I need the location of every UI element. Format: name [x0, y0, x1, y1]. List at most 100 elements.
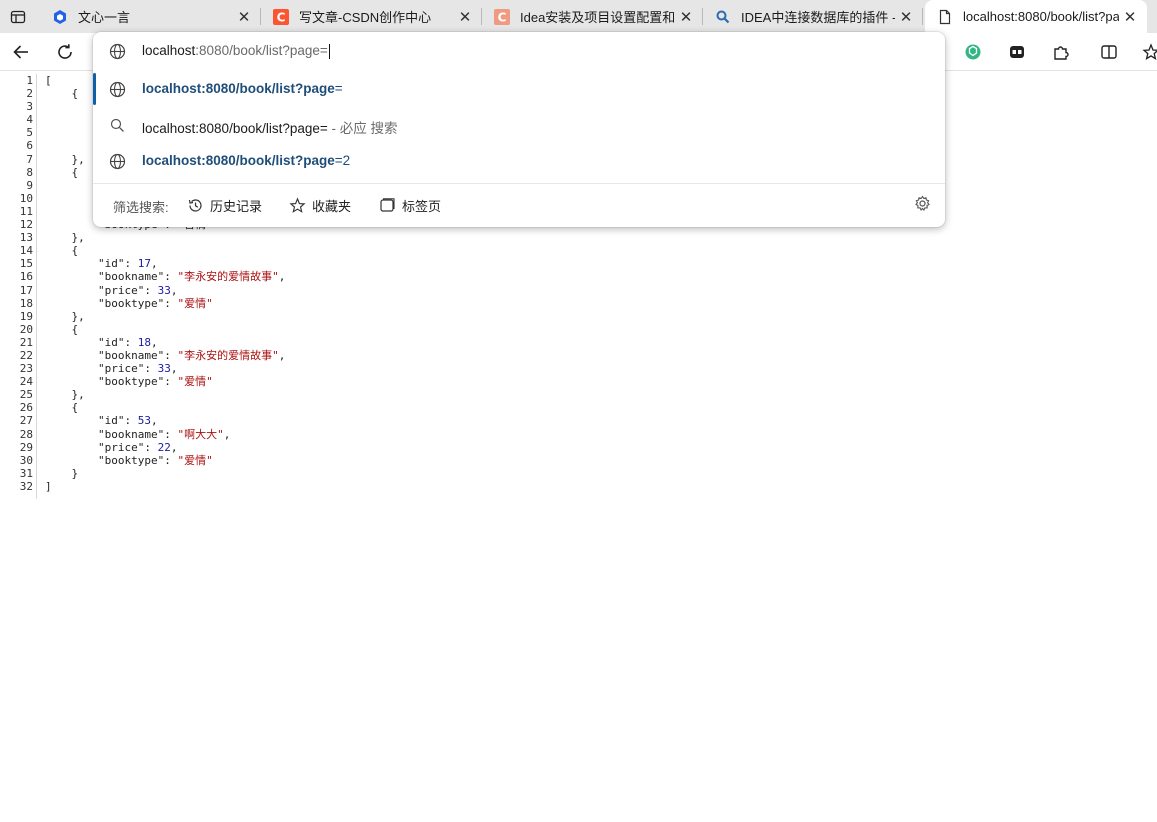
line-number: 19 — [19, 309, 33, 323]
tab-wenxin[interactable]: 文心一言 ✕ — [40, 0, 261, 33]
code-line: "price": 33, — [97, 283, 178, 297]
refresh-icon — [58, 44, 72, 59]
tab-localhost-active[interactable]: localhost:8080/book/list?page ✕ — [925, 0, 1147, 33]
line-number: 18 — [19, 296, 33, 310]
code-line: }, — [45, 231, 85, 245]
line-number: 21 — [19, 335, 33, 349]
code-line: { — [45, 244, 79, 258]
json-key: "id" — [97, 335, 125, 349]
code-line: "bookname": "李永安的爱情故事", — [97, 270, 286, 284]
star-icon — [289, 196, 306, 213]
filter-favorites-label: 收藏夹 — [312, 198, 352, 214]
filter-tabs-button[interactable]: 标签页 — [379, 194, 441, 216]
suggestion-item[interactable]: localhost:8080/book/list?page=2 — [93, 143, 945, 179]
filter-label: 筛选搜索: — [113, 200, 169, 215]
line-number: 12 — [19, 218, 33, 232]
code-line: "booktype": "爱情" — [97, 453, 213, 467]
line-number: 23 — [19, 362, 33, 376]
puzzle-icon — [1054, 46, 1069, 60]
extension-app-icon — [1010, 46, 1024, 58]
close-tab-icon[interactable]: ✕ — [675, 6, 697, 28]
json-value: "爱情" — [177, 375, 213, 389]
code-line: "booktype": "爱情" — [97, 375, 213, 389]
star-icon — [1142, 43, 1157, 60]
tab-title: 写文章-CSDN创作中心 — [299, 10, 432, 25]
tab-actions-button[interactable] — [0, 0, 36, 33]
line-number: 4 — [26, 113, 33, 127]
search-settings-button[interactable] — [914, 195, 931, 215]
tab-title: 文心一言 — [78, 10, 131, 25]
json-value: 33 — [157, 362, 171, 376]
json-value: 53 — [137, 414, 151, 428]
line-number: 14 — [19, 244, 33, 258]
back-arrow-icon — [13, 45, 28, 59]
close-tab-icon[interactable]: ✕ — [454, 6, 476, 28]
line-number: 29 — [19, 440, 33, 454]
json-key: "price" — [97, 440, 145, 454]
code-line: "price": 22, — [97, 440, 178, 454]
suggestion-item[interactable]: localhost:8080/book/list?page= - 必应 搜索 — [93, 107, 945, 143]
filter-history-button[interactable]: 历史记录 — [187, 194, 262, 216]
suggestion-item[interactable]: localhost:8080/book/list?page= — [93, 71, 945, 107]
line-number: 28 — [19, 427, 33, 441]
tab-idea-db-search[interactable]: IDEA中连接数据库的插件 - 搜 ✕ — [703, 0, 923, 33]
tab-title: IDEA中连接数据库的插件 - 搜 — [741, 10, 895, 25]
suggestion-rest: = — [334, 81, 343, 96]
refresh-button[interactable] — [50, 37, 80, 67]
json-key: "id" — [97, 414, 125, 428]
globe-icon — [109, 43, 126, 60]
code-line: "id": 17, — [97, 257, 158, 271]
code-line: "bookname": "李永安的爱情故事", — [97, 348, 286, 362]
json-key: "booktype" — [97, 375, 165, 389]
url-host: localhost — [142, 43, 196, 58]
line-number: 5 — [26, 126, 33, 140]
line-number: 2 — [26, 87, 33, 101]
code-line: "bookname": "啊大大", — [97, 427, 231, 441]
json-value: 33 — [157, 283, 171, 297]
extensions-button[interactable] — [1046, 37, 1076, 67]
json-value: "爱情" — [177, 296, 213, 310]
search-icon — [715, 9, 731, 25]
line-number: 6 — [26, 139, 33, 153]
tabs-icon — [380, 197, 395, 212]
tab-idea-install[interactable]: C Idea安装及项目设置配置和基 ✕ — [482, 0, 703, 33]
favorites-button[interactable] — [1136, 37, 1157, 67]
globe-icon — [109, 81, 126, 98]
code-line: "price": 33, — [97, 362, 178, 376]
line-number: 8 — [26, 165, 33, 179]
suggestion-suffix: - 必应 搜索 — [327, 121, 398, 136]
close-tab-icon[interactable]: ✕ — [233, 6, 255, 28]
filter-favorites-button[interactable]: 收藏夹 — [289, 194, 351, 216]
close-tab-icon[interactable]: ✕ — [1119, 6, 1141, 28]
line-number: 15 — [19, 257, 33, 271]
page-icon — [937, 9, 953, 25]
suggestion-bold: localhost:8080/book/list?page — [142, 153, 335, 168]
line-number: 10 — [19, 191, 33, 205]
line-number: 7 — [26, 152, 33, 166]
json-key: "booktype" — [97, 453, 165, 467]
csdn-icon: C — [494, 8, 510, 25]
json-value: 22 — [157, 440, 171, 454]
line-number: 17 — [19, 283, 33, 297]
close-tab-icon[interactable]: ✕ — [895, 6, 917, 28]
search-filters: 筛选搜索: 历史记录 收藏夹 标签页 — [93, 184, 945, 227]
line-number: 30 — [19, 453, 33, 467]
suggestion-bold: localhost:8080/book/list?page — [142, 81, 335, 96]
extension-button[interactable] — [1002, 37, 1032, 67]
split-screen-button[interactable] — [1094, 37, 1124, 67]
csdn-icon: C — [273, 8, 289, 25]
svg-text:C: C — [277, 10, 286, 24]
copilot-button[interactable] — [958, 37, 988, 67]
tab-csdn-write[interactable]: C 写文章-CSDN创作中心 ✕ — [261, 0, 482, 33]
line-number: 31 — [19, 466, 33, 480]
line-number: 25 — [19, 388, 33, 402]
back-button[interactable] — [6, 37, 36, 67]
line-number: 16 — [19, 270, 33, 284]
json-value: 17 — [137, 257, 151, 271]
address-bar-input[interactable]: localhost:8080/book/list?page= — [93, 32, 945, 70]
code-line: "id": 18, — [97, 335, 158, 349]
code-line: } — [45, 466, 79, 480]
wenxin-icon — [52, 9, 68, 25]
code-line: }, — [45, 309, 85, 323]
line-number: 9 — [26, 178, 33, 192]
